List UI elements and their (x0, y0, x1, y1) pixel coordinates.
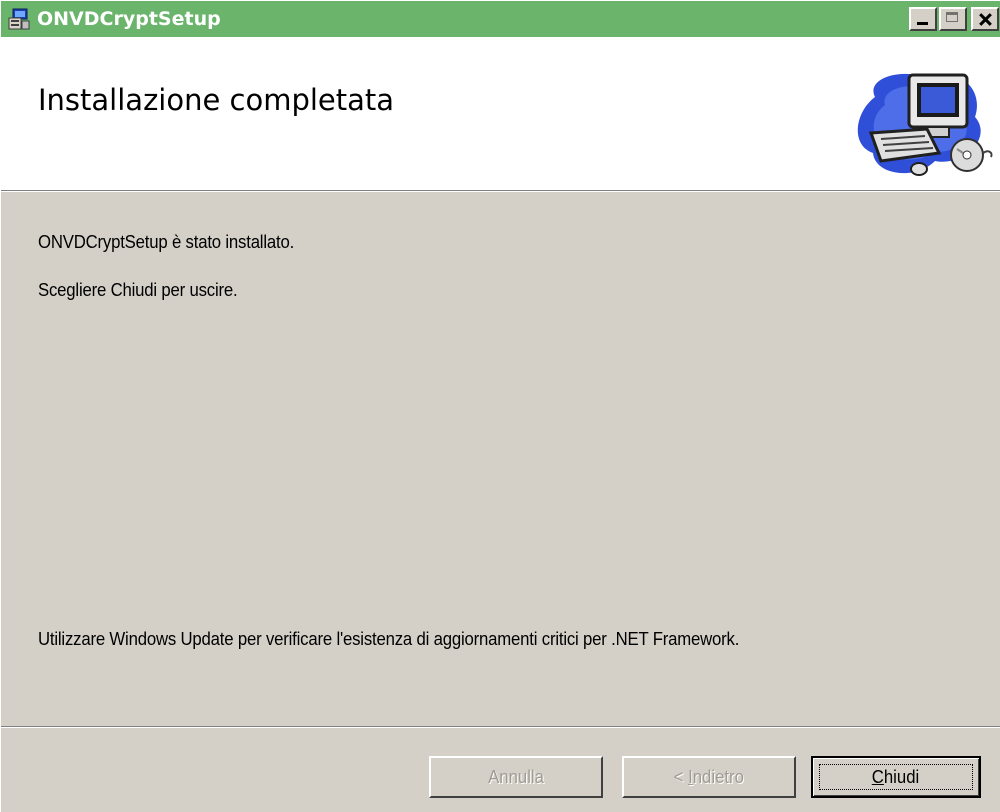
back-button-label: < Indietro (673, 766, 745, 787)
close-button-label: Chiudi (872, 766, 920, 787)
installer-icon (7, 7, 31, 31)
cancel-button-label: Annulla (488, 766, 544, 787)
close-button[interactable]: Chiudi (811, 756, 981, 798)
minimize-icon[interactable] (909, 7, 937, 31)
window-title: ONVDCryptSetup (37, 8, 221, 30)
header-banner: Installazione completata (1, 37, 1000, 190)
computer-install-icon (835, 57, 995, 185)
cancel-button[interactable]: Annulla (429, 756, 603, 798)
maximize-icon (939, 7, 967, 31)
installed-message: ONVDCryptSetup è stato installato. (38, 232, 295, 252)
back-button[interactable]: < Indietro (622, 756, 796, 798)
setup-window: ONVDCryptSetup Installazione completata (0, 0, 1000, 812)
title-bar[interactable]: ONVDCryptSetup (1, 1, 1000, 37)
footer-divider (1, 726, 1000, 728)
header-divider (1, 190, 1000, 192)
window-controls (907, 7, 999, 31)
close-icon[interactable] (971, 7, 999, 31)
page-title: Installazione completata (38, 83, 395, 117)
exit-instruction: Scegliere Chiudi per uscire. (38, 280, 238, 300)
windows-update-note: Utilizzare Windows Update per verificare… (38, 629, 740, 649)
